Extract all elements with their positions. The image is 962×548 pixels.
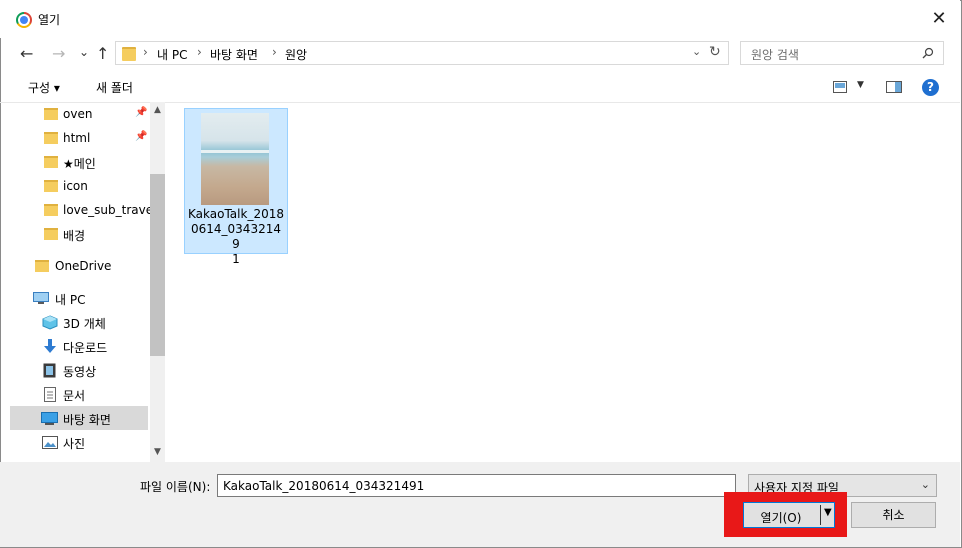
sidebar-item-html[interactable]: html 📌 bbox=[10, 126, 148, 150]
sidebar-item-this-pc[interactable]: 내 PC bbox=[10, 286, 148, 310]
document-icon bbox=[44, 387, 56, 402]
new-folder-button[interactable]: 새 폴더 bbox=[96, 79, 133, 96]
cube-icon bbox=[42, 315, 58, 330]
scroll-down-icon[interactable]: ▼ bbox=[150, 447, 165, 457]
folder-icon bbox=[44, 204, 58, 216]
sidebar-item-icon[interactable]: icon bbox=[10, 174, 148, 198]
sidebar-item-pictures[interactable]: 사진 bbox=[10, 430, 148, 454]
sidebar-item-desktop[interactable]: 바탕 화면 bbox=[10, 406, 148, 430]
sidebar-item-label: icon bbox=[63, 179, 88, 193]
filename-input[interactable]: KakaoTalk_20180614_034321491 bbox=[217, 474, 736, 497]
navigation-pane: oven 📌 html 📌 ★메인 icon love_sub_travel 배… bbox=[10, 102, 165, 462]
sidebar-item-label: html bbox=[63, 131, 91, 145]
file-thumbnail bbox=[201, 113, 269, 205]
pin-icon: 📌 bbox=[135, 131, 148, 142]
forward-button[interactable]: → bbox=[52, 44, 65, 64]
sidebar-item-label: 내 PC bbox=[55, 293, 86, 307]
breadcrumb-this-pc[interactable]: 내 PC bbox=[157, 46, 187, 63]
search-placeholder: 원앙 검색 bbox=[751, 48, 799, 62]
folder-icon bbox=[44, 156, 58, 168]
sidebar-item-3d-objects[interactable]: 3D 개체 bbox=[10, 310, 148, 334]
folder-icon bbox=[44, 108, 58, 120]
organize-button[interactable]: 구성 ▾ bbox=[28, 79, 60, 96]
command-bar bbox=[0, 72, 960, 103]
sidebar-item-label: love_sub_travel bbox=[63, 203, 157, 217]
sidebar-item-downloads[interactable]: 다운로드 bbox=[10, 334, 148, 358]
sidebar-item-label: 문서 bbox=[63, 389, 86, 403]
desktop-icon bbox=[41, 412, 58, 425]
breadcrumb-separator: › bbox=[272, 45, 277, 59]
open-button[interactable]: 열기(O) ▼ bbox=[743, 502, 835, 528]
file-list bbox=[170, 102, 960, 462]
breadcrumb-separator: › bbox=[197, 45, 202, 59]
up-button[interactable]: ↑ bbox=[96, 44, 109, 64]
filename-label: 파일 이름(N): bbox=[140, 480, 211, 494]
sidebar-item-label: ★메인 bbox=[63, 157, 96, 171]
split-divider bbox=[820, 505, 821, 525]
close-button[interactable]: ✕ bbox=[928, 8, 950, 30]
file-name-line: 0614_03432149 bbox=[191, 222, 281, 251]
folder-icon bbox=[44, 132, 58, 144]
sidebar-item-label: OneDrive bbox=[55, 259, 112, 273]
chevron-down-icon: ⌄ bbox=[920, 478, 930, 491]
refresh-icon[interactable]: ↻ bbox=[709, 44, 721, 60]
sidebar-item-background[interactable]: 배경 bbox=[10, 222, 148, 246]
sidebar-item-label: 사진 bbox=[63, 437, 86, 451]
thumbnail-horizon bbox=[201, 150, 269, 153]
breadcrumb-desktop[interactable]: 바탕 화면 bbox=[210, 46, 258, 63]
sidebar-item-label: 바탕 화면 bbox=[63, 413, 111, 427]
download-icon bbox=[44, 339, 56, 353]
sidebar-item-videos[interactable]: 동영상 bbox=[10, 358, 148, 382]
cancel-button[interactable]: 취소 bbox=[851, 502, 936, 528]
open-button-label: 열기(O) bbox=[760, 511, 802, 525]
preview-pane-icon[interactable] bbox=[886, 81, 902, 93]
sidebar-item-label: 동영상 bbox=[63, 365, 97, 379]
video-icon bbox=[43, 363, 56, 378]
breadcrumb-separator: › bbox=[143, 45, 148, 59]
address-bar[interactable]: › 내 PC › 바탕 화면 › 원앙 ⌄ ↻ bbox=[115, 41, 729, 65]
recent-locations-button[interactable]: ⌄ bbox=[79, 42, 89, 62]
view-options-icon[interactable] bbox=[833, 81, 847, 93]
search-icon bbox=[922, 47, 934, 59]
folder-icon bbox=[44, 228, 58, 240]
scroll-up-icon[interactable]: ▲ bbox=[150, 105, 165, 115]
chrome-icon bbox=[16, 12, 32, 28]
folder-icon bbox=[122, 47, 136, 61]
sidebar-item-oven[interactable]: oven 📌 bbox=[10, 102, 148, 126]
sidebar-item-label: 배경 bbox=[63, 229, 86, 243]
file-name-line: 1 bbox=[232, 252, 240, 266]
back-button[interactable]: ← bbox=[20, 44, 33, 64]
open-options-dropdown-icon[interactable]: ▼ bbox=[824, 507, 832, 518]
file-name-line: KakaoTalk_2018 bbox=[188, 207, 284, 221]
pin-icon: 📌 bbox=[135, 107, 148, 118]
sidebar-item-love-sub-travel[interactable]: love_sub_travel bbox=[10, 198, 156, 222]
sidebar-item-label: 3D 개체 bbox=[63, 317, 106, 331]
pc-icon bbox=[33, 292, 49, 304]
sidebar-item-label: oven bbox=[63, 107, 93, 121]
address-dropdown-icon[interactable]: ⌄ bbox=[692, 45, 701, 58]
picture-icon bbox=[42, 436, 58, 449]
sidebar-item-main[interactable]: ★메인 bbox=[10, 150, 148, 174]
search-box[interactable]: 원앙 검색 bbox=[740, 41, 944, 65]
sidebar-item-label: 다운로드 bbox=[63, 341, 108, 355]
filename-value: KakaoTalk_20180614_034321491 bbox=[223, 479, 425, 493]
help-icon[interactable]: ? bbox=[922, 79, 939, 96]
breadcrumb-current-folder[interactable]: 원앙 bbox=[285, 46, 307, 63]
folder-icon bbox=[44, 180, 58, 192]
file-item-name: KakaoTalk_2018 0614_03432149 1 bbox=[188, 207, 284, 267]
window-title: 열기 bbox=[38, 13, 61, 27]
sidebar-item-onedrive[interactable]: OneDrive bbox=[10, 254, 148, 278]
folder-icon bbox=[35, 260, 49, 272]
sidebar-item-documents[interactable]: 문서 bbox=[10, 382, 148, 406]
sidebar-scrollbar-thumb[interactable] bbox=[150, 174, 165, 356]
title-bar bbox=[0, 0, 960, 38]
view-options-dropdown-icon[interactable]: ▼ bbox=[857, 80, 864, 90]
